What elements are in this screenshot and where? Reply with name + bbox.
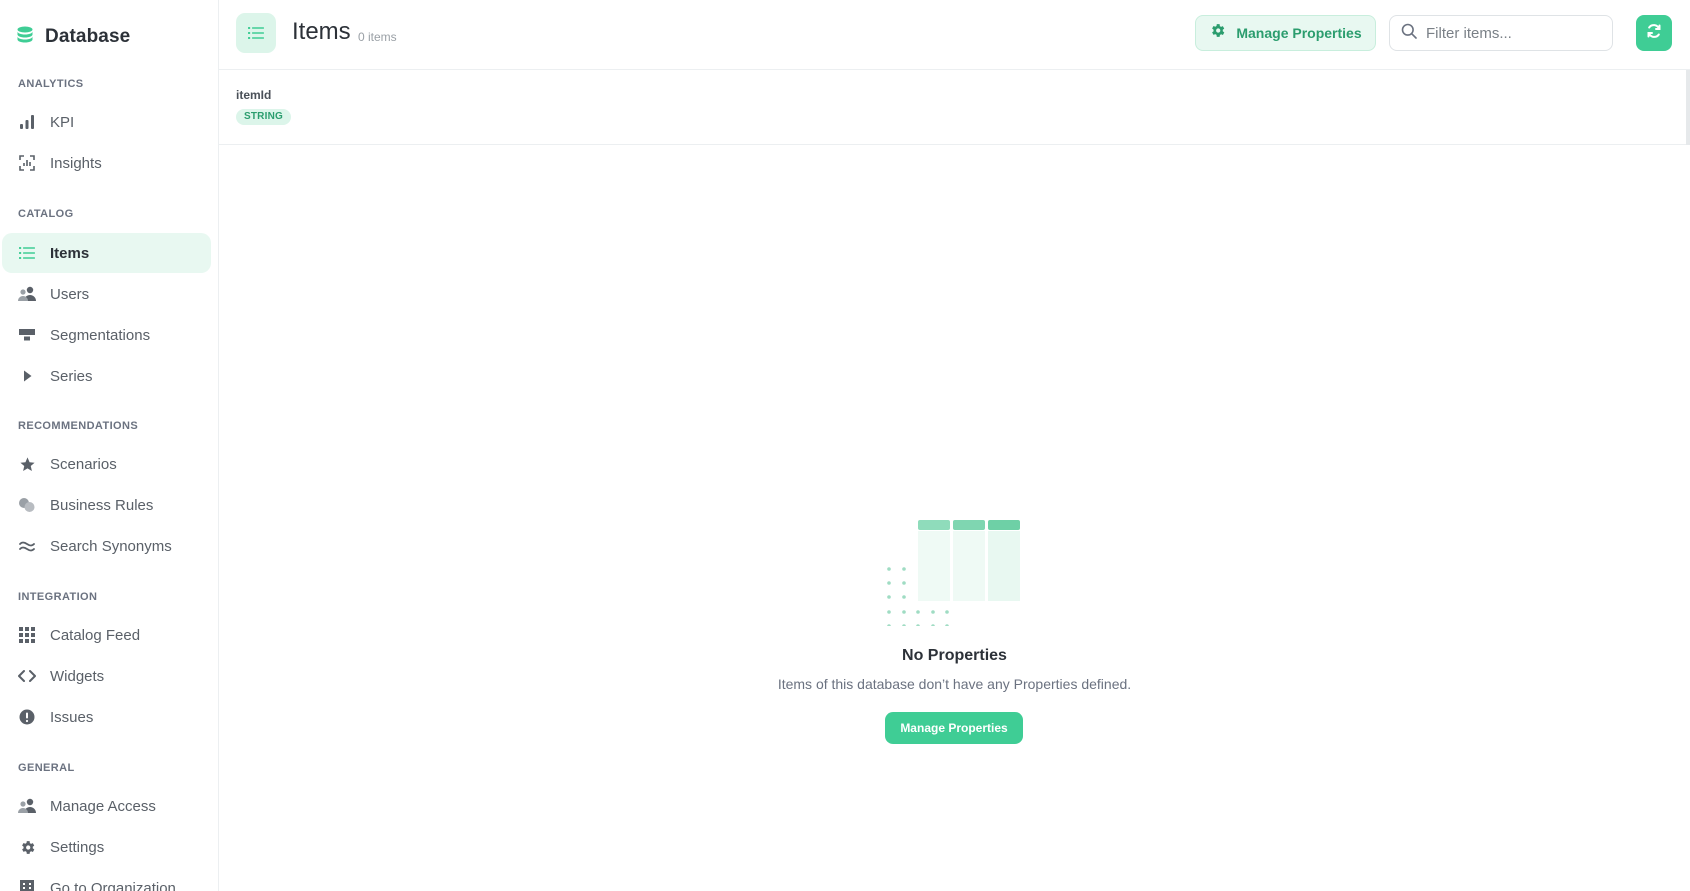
sidebar-item-label: Settings xyxy=(50,838,105,856)
approx-icon xyxy=(18,537,36,555)
segmentation-icon xyxy=(18,326,36,344)
sidebar-item-search-synonyms[interactable]: Search Synonyms xyxy=(2,526,211,566)
brand[interactable]: Database xyxy=(17,24,130,50)
star-icon xyxy=(18,455,36,473)
brand-name: Database xyxy=(45,26,131,47)
business-rules-icon xyxy=(18,496,36,514)
grid-icon xyxy=(18,626,36,644)
refresh-icon xyxy=(1646,23,1662,44)
section-title-recommendations: RECOMMENDATIONS xyxy=(18,420,139,432)
search-box xyxy=(1389,15,1613,51)
alert-icon xyxy=(18,708,36,726)
list-icon xyxy=(18,244,36,262)
sidebar-item-manage-access[interactable]: Manage Access xyxy=(2,786,211,826)
sidebar-item-label: Segmentations xyxy=(50,326,151,344)
refresh-button[interactable] xyxy=(1636,15,1672,51)
sidebar-item-series[interactable]: Series xyxy=(2,356,211,396)
empty-state: No Properties Items of this database don… xyxy=(219,145,1690,891)
sidebar-item-items[interactable]: Items xyxy=(2,233,211,273)
app-root: Database ANALYTICS KPI Insights CATALOG … xyxy=(0,0,1690,891)
sidebar-item-label: Search Synonyms xyxy=(50,537,172,555)
manage-properties-button[interactable]: Manage Properties xyxy=(1195,15,1376,51)
item-count: 0 items xyxy=(358,30,397,44)
sidebar-item-insights[interactable]: Insights xyxy=(2,143,211,183)
sidebar-item-issues[interactable]: Issues xyxy=(2,697,211,737)
sidebar-item-kpi[interactable]: KPI xyxy=(2,102,211,142)
sidebar-item-go-to-organization[interactable]: Go to Organization xyxy=(2,868,211,891)
column-type-badge: STRING xyxy=(236,109,291,125)
sidebar-item-widgets[interactable]: Widgets xyxy=(2,656,211,696)
sidebar-item-label: Catalog Feed xyxy=(50,626,141,644)
users-icon xyxy=(18,797,36,815)
building-icon xyxy=(18,879,36,891)
search-input[interactable] xyxy=(1426,24,1606,42)
empty-state-title: No Properties xyxy=(902,647,1007,664)
sidebar-item-business-rules[interactable]: Business Rules xyxy=(2,485,211,525)
sidebar-item-scenarios[interactable]: Scenarios xyxy=(2,444,211,484)
code-icon xyxy=(18,667,36,685)
horizontal-scrollbar[interactable] xyxy=(1686,70,1690,145)
page-title: Items xyxy=(292,18,351,45)
sidebar-item-label: Manage Access xyxy=(50,797,156,815)
sidebar-item-label: KPI xyxy=(50,113,75,131)
property-header-row: itemId STRING xyxy=(219,70,1690,145)
sidebar-item-label: Insights xyxy=(50,154,102,172)
empty-table-illustration xyxy=(887,508,1023,631)
users-icon xyxy=(18,285,36,303)
sidebar-item-label: Issues xyxy=(50,708,94,726)
sidebar-item-settings[interactable]: Settings xyxy=(2,827,211,867)
manage-properties-label: Manage Properties xyxy=(1236,25,1362,41)
bar-chart-icon xyxy=(18,113,36,131)
sidebar-item-label: Users xyxy=(50,285,90,303)
sidebar: Database ANALYTICS KPI Insights CATALOG … xyxy=(0,0,219,891)
sidebar-item-users[interactable]: Users xyxy=(2,274,211,314)
insights-icon xyxy=(18,154,36,172)
sidebar-item-label: Items xyxy=(50,244,90,262)
sidebar-item-label: Scenarios xyxy=(50,455,117,473)
database-icon xyxy=(17,26,33,49)
empty-state-description: Items of this database don’t have any Pr… xyxy=(777,676,1132,692)
sidebar-item-label: Widgets xyxy=(50,667,105,685)
sidebar-item-catalog-feed[interactable]: Catalog Feed xyxy=(2,615,211,655)
play-icon xyxy=(18,367,36,385)
search-icon xyxy=(1401,23,1417,44)
section-title-catalog: CATALOG xyxy=(18,208,74,220)
list-icon xyxy=(236,13,276,53)
column-name: itemId xyxy=(236,88,272,102)
manage-properties-cta-button[interactable]: Manage Properties xyxy=(885,712,1023,744)
section-title-general: GENERAL xyxy=(18,762,75,774)
sidebar-item-segmentations[interactable]: Segmentations xyxy=(2,315,211,355)
section-title-analytics: ANALYTICS xyxy=(18,78,84,90)
sidebar-item-label: Go to Organization xyxy=(50,879,176,891)
page-header: Items 0 items Manage Properties xyxy=(219,0,1690,70)
sidebar-item-label: Business Rules xyxy=(50,496,154,514)
gear-icon xyxy=(1209,22,1226,44)
section-title-integration: INTEGRATION xyxy=(18,591,98,603)
sidebar-item-label: Series xyxy=(50,367,93,385)
gear-icon xyxy=(18,838,36,856)
